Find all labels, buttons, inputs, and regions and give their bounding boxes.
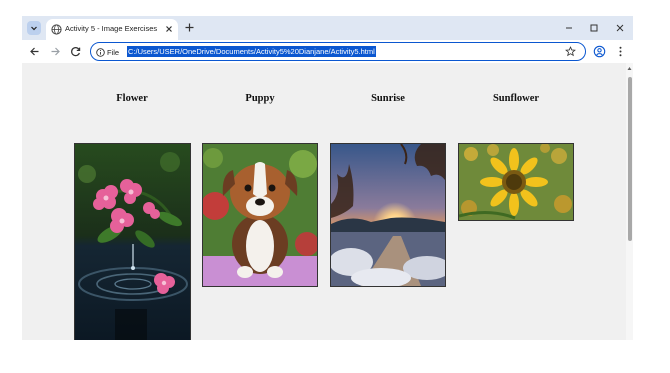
new-tab-plus-icon[interactable] [183,21,196,34]
reload-icon[interactable] [69,45,82,58]
caption-flower: Flower [116,93,148,104]
back-arrow-icon[interactable] [28,45,41,58]
info-icon [96,47,105,57]
caption-puppy: Puppy [245,93,275,104]
forward-arrow-icon[interactable] [49,45,62,58]
caption-sunrise: Sunrise [371,93,405,104]
puppy-image [202,143,318,287]
sunflower-image [458,143,574,221]
scroll-up-arrow-icon[interactable] [627,66,632,71]
sunrise-image [330,143,446,287]
minimize-icon[interactable] [563,22,575,34]
scrollbar-thumb[interactable] [628,77,632,241]
browser-window: Activity 5 - Image Exercises File C:/Use… [22,16,633,340]
flower-image [74,143,191,340]
site-info-button[interactable]: File [96,46,119,58]
tab-active[interactable]: Activity 5 - Image Exercises [46,19,178,40]
chevron-down-icon [31,26,37,31]
page-content: Flower Puppy Sunrise Sunflower [22,63,626,340]
close-icon[interactable] [164,24,174,34]
maximize-icon[interactable] [588,22,600,34]
tab-title: Activity 5 - Image Exercises [65,24,158,33]
window-close-icon[interactable] [614,22,626,34]
bookmark-star-icon[interactable] [565,46,576,57]
profile-avatar-icon[interactable] [593,45,606,58]
more-menu-icon[interactable] [614,45,627,58]
address-bar[interactable]: File C:/Users/USER/OneDrive/Documents/Ac… [90,42,586,61]
vertical-scrollbar[interactable] [626,63,633,340]
tab-strip: Activity 5 - Image Exercises [22,16,633,40]
caption-sunflower: Sunflower [492,93,540,104]
tab-search-button[interactable] [27,21,41,35]
url-text[interactable]: C:/Users/USER/OneDrive/Documents/Activit… [127,46,376,57]
site-info-label: File [107,47,120,57]
globe-icon [51,24,62,35]
toolbar: File C:/Users/USER/OneDrive/Documents/Ac… [22,40,633,63]
